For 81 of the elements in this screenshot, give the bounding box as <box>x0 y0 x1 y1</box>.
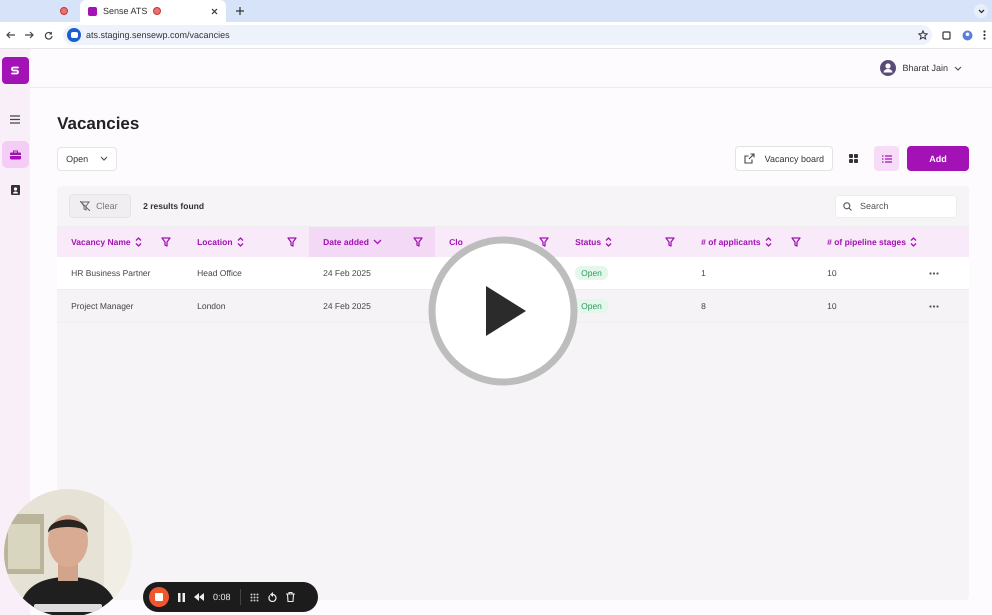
contact-card-icon[interactable] <box>10 184 20 194</box>
grid-icon <box>849 154 858 163</box>
external-link-icon <box>744 153 755 164</box>
chevron-down-icon <box>100 156 108 161</box>
column-header[interactable]: Status <box>575 237 602 247</box>
briefcase-icon[interactable] <box>10 150 21 160</box>
forward-icon[interactable] <box>25 31 34 39</box>
filter-icon[interactable] <box>791 237 802 247</box>
app-logo[interactable] <box>2 57 29 84</box>
results-count: 2 results found <box>143 201 204 211</box>
browser-tab[interactable]: Sense ATS <box>80 0 226 22</box>
filter-icon[interactable] <box>413 237 424 247</box>
stop-button[interactable] <box>149 587 169 607</box>
avatar-icon[interactable] <box>880 60 896 76</box>
dots-grid-icon[interactable] <box>250 592 259 602</box>
filter-off-icon <box>80 201 90 211</box>
favicon-icon <box>88 6 97 16</box>
pause-icon[interactable] <box>178 592 185 602</box>
table-cell-text: 10 <box>826 300 838 313</box>
chevron-down-icon[interactable] <box>954 66 962 70</box>
filter-icon[interactable] <box>287 237 298 247</box>
list-view-button[interactable] <box>874 146 899 171</box>
more-icon[interactable] <box>929 304 939 308</box>
table-cell-text: 10 <box>826 267 838 280</box>
sidebar-item[interactable] <box>2 141 29 168</box>
sort-icon[interactable] <box>605 237 612 247</box>
back-icon[interactable] <box>6 31 15 39</box>
close-icon[interactable] <box>211 8 218 14</box>
address-bar[interactable]: ats.staging.sensewp.com/vacancies <box>63 25 932 45</box>
sort-icon[interactable] <box>134 237 142 247</box>
site-icon <box>67 28 81 42</box>
chevron-down-icon[interactable] <box>372 239 382 245</box>
column-header[interactable]: # of applicants <box>701 237 761 247</box>
add-button[interactable]: Add <box>907 146 969 171</box>
recording-time: 0:08 <box>213 592 231 602</box>
search-icon <box>843 202 852 210</box>
column-header[interactable]: Vacancy Name <box>71 237 131 247</box>
sort-icon[interactable] <box>910 237 917 247</box>
sort-icon[interactable] <box>764 237 772 247</box>
chevron-down-icon <box>978 8 984 14</box>
vacancy-board-button[interactable]: Vacancy board <box>734 146 833 171</box>
column-header[interactable]: Location <box>197 237 233 247</box>
status-badge: Open <box>575 266 608 280</box>
more-icon[interactable] <box>929 272 939 274</box>
filter-icon[interactable] <box>665 237 676 247</box>
clear-button[interactable]: Clear <box>69 194 132 218</box>
filter-icon[interactable] <box>161 237 172 247</box>
column-header[interactable]: Clo <box>449 237 463 247</box>
extensions-icon[interactable] <box>942 30 952 40</box>
recording-icon <box>60 7 68 15</box>
table-cell-text: 8 <box>700 300 707 313</box>
restart-icon[interactable] <box>268 592 277 602</box>
page-title: Vacancies <box>57 114 140 134</box>
more-icon[interactable] <box>983 30 986 40</box>
reload-icon[interactable] <box>44 30 53 40</box>
user-name[interactable]: Bharat Jain <box>902 63 948 73</box>
table-cell-text: Head Office <box>196 267 243 280</box>
rewind-icon[interactable] <box>194 593 204 601</box>
status-dropdown[interactable]: Open <box>57 146 118 170</box>
sort-icon[interactable] <box>236 237 244 247</box>
list-icon <box>882 154 892 162</box>
table-cell-text: 24 Feb 2025 <box>322 267 372 280</box>
column-header[interactable]: # of pipeline stages <box>827 237 906 247</box>
table-cell-text: Project Manager <box>70 300 134 313</box>
table-cell-text: London <box>196 300 226 313</box>
status-badge: Open <box>575 299 608 313</box>
table-cell-text: HR Business Partner <box>70 267 152 280</box>
tab-search-button[interactable] <box>974 4 988 18</box>
table-cell-text: 1 <box>700 267 707 280</box>
menu-icon[interactable] <box>10 115 20 124</box>
plus-icon[interactable] <box>236 7 244 15</box>
trash-icon[interactable] <box>286 592 295 602</box>
profile-icon[interactable] <box>962 30 973 40</box>
search-field[interactable]: Search <box>835 194 957 218</box>
tab-title: Sense ATS <box>103 6 148 16</box>
column-header[interactable]: Date added <box>323 237 369 247</box>
recording-icon <box>153 7 162 15</box>
stop-icon <box>155 593 163 601</box>
table-cell-text: 24 Feb 2025 <box>322 300 372 313</box>
star-icon[interactable] <box>918 30 928 40</box>
filter-icon[interactable] <box>539 237 550 247</box>
